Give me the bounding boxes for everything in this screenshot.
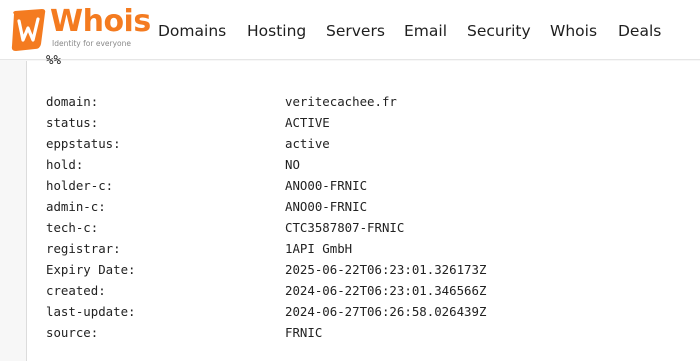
nav-item-email[interactable]: Email bbox=[404, 20, 447, 42]
whois-record-key: domain: bbox=[46, 94, 99, 109]
whois-record-key: created: bbox=[46, 283, 106, 298]
whois-record-key: hold: bbox=[46, 157, 84, 172]
panel-left-border bbox=[26, 61, 27, 361]
whois-record-key: holder-c: bbox=[46, 178, 114, 193]
logo-tagline: Identity for everyone bbox=[52, 39, 131, 48]
nav-item-servers[interactable]: Servers bbox=[326, 20, 385, 42]
whois-record-value: active bbox=[285, 136, 330, 151]
whois-record-key: eppstatus: bbox=[46, 136, 121, 151]
whois-record-value: ANO00-FRNIC bbox=[285, 199, 368, 214]
whois-comment-line: %% bbox=[46, 52, 61, 67]
whois-record-key: status: bbox=[46, 115, 99, 130]
whois-record-value: NO bbox=[285, 157, 300, 172]
whois-record-key: Expiry Date: bbox=[46, 262, 136, 277]
whois-record-key: registrar: bbox=[46, 241, 121, 256]
whois-logo[interactable]: Whois Identity for everyone bbox=[8, 4, 158, 54]
nav-item-whois[interactable]: Whois bbox=[550, 20, 597, 42]
whois-record-value: 2024-06-27T06:26:58.026439Z bbox=[285, 304, 487, 319]
nav-item-hosting[interactable]: Hosting bbox=[247, 20, 306, 42]
nav-item-security[interactable]: Security bbox=[467, 20, 531, 42]
whois-record-value: ACTIVE bbox=[285, 115, 330, 130]
nav-item-domains[interactable]: Domains bbox=[158, 20, 226, 42]
whois-record-value: 2024-06-22T06:23:01.346566Z bbox=[285, 283, 487, 298]
site-header: Whois Identity for everyone Domains Host… bbox=[0, 0, 700, 60]
whois-record-value: ANO00-FRNIC bbox=[285, 178, 368, 193]
whois-record-value: 1API GmbH bbox=[285, 241, 353, 256]
logo-mark-icon bbox=[11, 9, 46, 51]
whois-record-key: last-update: bbox=[46, 304, 136, 319]
whois-record-value: CTC3587807-FRNIC bbox=[285, 220, 405, 235]
whois-record-key: admin-c: bbox=[46, 199, 106, 214]
whois-record-value: FRNIC bbox=[285, 325, 323, 340]
whois-record-value: 2025-06-22T06:23:01.326173Z bbox=[285, 262, 487, 277]
logo-wordmark: Whois bbox=[50, 4, 151, 39]
whois-record-key: source: bbox=[46, 325, 99, 340]
whois-record-key: tech-c: bbox=[46, 220, 99, 235]
nav-item-deals[interactable]: Deals bbox=[618, 20, 661, 42]
whois-record-value: veritecachee.fr bbox=[285, 94, 397, 109]
